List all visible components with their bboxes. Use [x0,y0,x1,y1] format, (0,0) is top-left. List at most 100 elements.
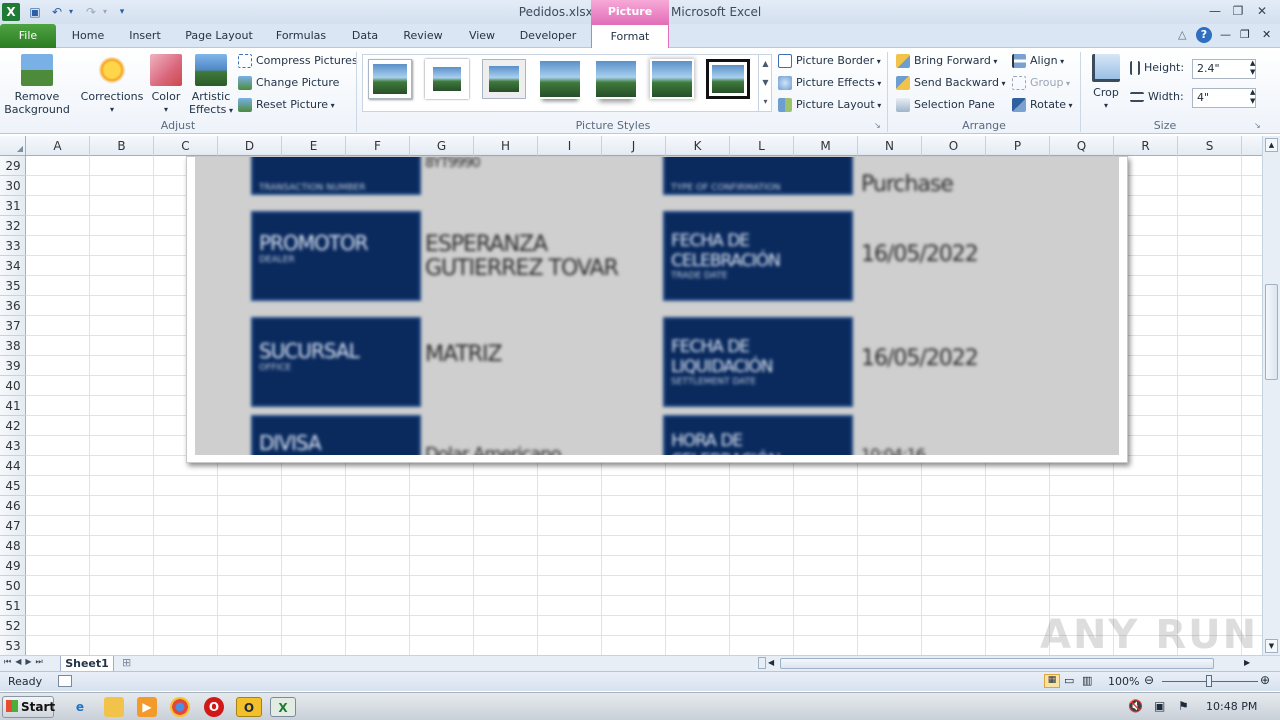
page-break-view-icon[interactable]: ▥ [1082,674,1092,687]
picture-effects-button[interactable]: Picture Effects ▾ [778,73,881,93]
column-header-d[interactable]: D [218,136,282,156]
minimize-ribbon-icon[interactable]: △ [1178,28,1186,41]
height-spinner[interactable]: ▲ ▼ [1250,59,1255,77]
row-header-48[interactable]: 48 [0,536,26,556]
column-header-e[interactable]: E [282,136,346,156]
row-header-49[interactable]: 49 [0,556,26,576]
row-header-43[interactable]: 43 [0,436,26,456]
remove-background-button[interactable]: Remove Background [4,54,70,116]
tab-review[interactable]: Review [398,24,448,48]
zoom-level[interactable]: 100% [1108,675,1139,688]
tab-insert[interactable]: Insert [122,24,168,48]
zoom-out-icon[interactable]: ⊖ [1144,673,1154,687]
column-header-g[interactable]: G [410,136,474,156]
picture-style-5[interactable] [594,59,638,99]
vertical-scroll-thumb[interactable] [1265,284,1278,380]
tab-split-handle[interactable] [758,657,766,669]
picture-style-1[interactable] [368,59,412,99]
start-button[interactable]: Start [2,696,55,718]
tab-developer[interactable]: Developer [514,24,582,48]
column-header-a[interactable]: A [26,136,90,156]
bring-forward-button[interactable]: Bring Forward ▾ [896,51,997,71]
row-header-50[interactable]: 50 [0,576,26,596]
tab-format[interactable]: Format [591,24,669,49]
rotate-button[interactable]: Rotate ▾ [1012,95,1073,115]
horizontal-scroll-thumb[interactable] [780,658,1214,669]
scroll-right-icon[interactable]: ▶ [1244,658,1250,667]
row-header-38[interactable]: 38 [0,336,26,356]
column-header-k[interactable]: K [666,136,730,156]
tab-view[interactable]: View [462,24,502,48]
row-header-52[interactable]: 52 [0,616,26,636]
column-header-h[interactable]: H [474,136,538,156]
column-header-f[interactable]: F [346,136,410,156]
macro-record-icon[interactable] [58,675,72,687]
tab-file[interactable]: File [0,24,56,48]
send-backward-button[interactable]: Send Backward ▾ [896,73,1006,93]
column-header-s[interactable]: S [1178,136,1242,156]
tab-home[interactable]: Home [66,24,110,48]
column-header-i[interactable]: I [538,136,602,156]
row-header-42[interactable]: 42 [0,416,26,436]
column-header-j[interactable]: J [602,136,666,156]
tab-page-layout[interactable]: Page Layout [182,24,256,48]
height-input[interactable]: 2.4" [1192,59,1256,79]
row-header-29[interactable]: 29 [0,156,26,176]
select-all-corner[interactable]: ◢ [0,136,26,156]
tab-data[interactable]: Data [346,24,384,48]
column-header-m[interactable]: M [794,136,858,156]
insert-sheet-icon[interactable]: ⊞ [122,656,131,669]
scroll-left-icon[interactable]: ◀ [768,658,774,667]
dialog-launcher-icon[interactable]: ↘ [874,121,881,130]
page-layout-view-icon[interactable]: ▭ [1064,674,1074,687]
chrome-icon[interactable] [170,697,190,717]
row-header-46[interactable]: 46 [0,496,26,516]
ie-icon[interactable]: e [70,697,90,717]
column-header-r[interactable]: R [1114,136,1178,156]
row-header-36[interactable]: 36 [0,296,26,316]
row-header-31[interactable]: 31 [0,196,26,216]
workbook-restore-icon[interactable]: ❐ [1240,28,1250,41]
workbook-minimize-icon[interactable]: — [1220,28,1231,41]
gallery-scroll[interactable]: ▲ ▼ ▾ [758,54,772,112]
picture-style-3[interactable] [482,59,526,99]
tab-formulas[interactable]: Formulas [270,24,332,48]
column-header-p[interactable]: P [986,136,1050,156]
picture-style-2[interactable] [425,59,469,99]
row-header-32[interactable]: 32 [0,216,26,236]
excel-taskbar-icon[interactable]: X [270,697,296,717]
row-header-53[interactable]: 53 [0,636,26,656]
column-header-q[interactable]: Q [1050,136,1114,156]
media-player-icon[interactable]: ▶ [137,697,157,717]
minimize-icon[interactable]: — [1205,2,1225,20]
color-button[interactable]: Color ▾ [146,54,186,116]
picture-border-button[interactable]: Picture Border ▾ [778,51,881,71]
inserted-picture[interactable]: TRANSACTION NUMBER 8YT9990 TYPE OF CONFI… [186,156,1128,463]
width-input[interactable]: 4" [1192,88,1256,108]
change-picture-button[interactable]: Change Picture [238,73,339,93]
row-header-41[interactable]: 41 [0,396,26,416]
volume-icon[interactable]: 🔇 [1128,699,1143,713]
column-header-n[interactable]: N [858,136,922,156]
compress-pictures-button[interactable]: Compress Pictures [238,51,358,71]
picture-style-6[interactable] [650,59,694,99]
close-icon[interactable]: ✕ [1252,2,1272,20]
scroll-up-icon[interactable]: ▲ [1265,138,1278,152]
row-header-34[interactable]: 34 [0,256,26,276]
column-header-b[interactable]: B [90,136,154,156]
network-icon[interactable]: ▣ [1154,699,1165,713]
zoom-in-icon[interactable]: ⊕ [1260,673,1270,687]
normal-view-icon[interactable]: ▦ [1044,674,1060,688]
reset-picture-button[interactable]: Reset Picture ▾ [238,95,335,115]
outlook-taskbar-icon[interactable]: O [236,697,262,717]
help-icon[interactable]: ? [1196,27,1212,43]
crop-button[interactable]: Crop ▾ [1088,54,1124,112]
row-header-44[interactable]: 44 [0,456,26,476]
row-header-37[interactable]: 37 [0,316,26,336]
size-dialog-launcher-icon[interactable]: ↘ [1254,121,1261,130]
width-spinner[interactable]: ▲ ▼ [1250,88,1255,106]
row-header-47[interactable]: 47 [0,516,26,536]
scroll-down-icon[interactable]: ▼ [1265,639,1278,653]
row-header-51[interactable]: 51 [0,596,26,616]
row-header-39[interactable]: 39 [0,356,26,376]
